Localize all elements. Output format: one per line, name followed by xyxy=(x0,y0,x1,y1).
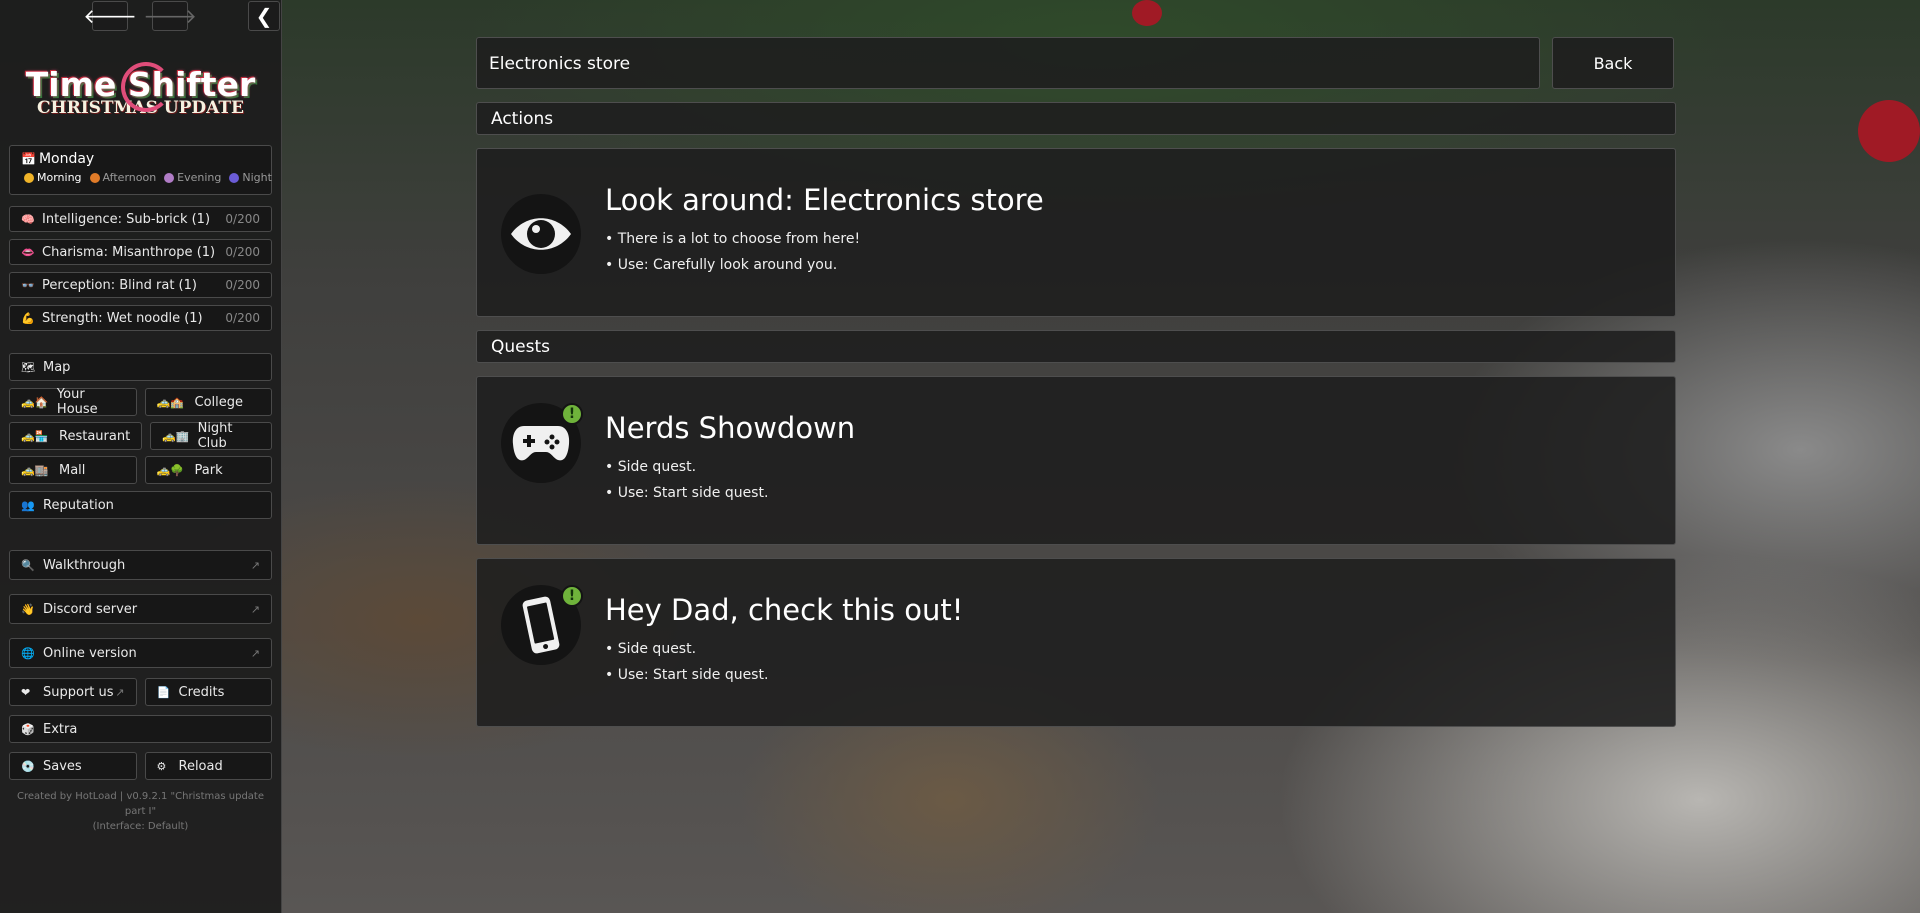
card-line: • Side quest. xyxy=(605,459,697,475)
sun-low-icon xyxy=(89,172,100,183)
gamepad-icon: ! xyxy=(501,403,583,483)
saves-button[interactable]: 💿 Saves xyxy=(9,752,137,780)
stat-intelligence[interactable]: 🧠 Intelligence: Sub-brick (1) 0/200 xyxy=(9,206,272,232)
calendar-icon: 📅 xyxy=(21,152,36,166)
version-info: Created by HotLoad | v0.9.2.1 "Christmas… xyxy=(17,791,264,832)
taxi-mall-icon: 🚕🏬 xyxy=(21,463,49,477)
quests-header: Quests xyxy=(476,330,1676,363)
brain-icon: 🧠 xyxy=(21,212,35,226)
reload-button[interactable]: ⚙ Reload xyxy=(144,752,272,780)
taxi-restaurant-icon: 🚕🏪 xyxy=(21,429,49,443)
online-version-link[interactable]: 🌐 Online version ↗ xyxy=(9,638,272,668)
moon-half-icon xyxy=(164,172,175,183)
time-morning: Morning xyxy=(24,171,82,184)
heart-icon: ❤ xyxy=(21,685,31,699)
chevron-left-icon: ❮ xyxy=(255,4,273,28)
travel-night-club-button[interactable]: 🚕🏢 Night Club xyxy=(150,421,272,451)
external-link-icon: ↗ xyxy=(250,558,260,572)
history-forward-button[interactable]: 🡒 xyxy=(143,1,197,31)
action-card-look-around[interactable]: Look around: Electronics store • There i… xyxy=(476,148,1676,317)
external-link-icon: ↗ xyxy=(250,602,260,616)
muscle-icon: 💪 xyxy=(21,311,35,325)
credits-button[interactable]: 📄 Credits xyxy=(144,678,272,706)
travel-college-button[interactable]: 🚕🏫 College xyxy=(144,388,272,416)
time-night: Night xyxy=(229,171,272,184)
people-icon: 👥 xyxy=(21,498,35,512)
card-line: • Use: Start side quest. xyxy=(605,667,769,683)
arrow-left-icon: 🡐 xyxy=(83,4,137,28)
travel-mall-button[interactable]: 🚕🏬 Mall xyxy=(9,456,137,484)
eye-icon xyxy=(501,194,581,274)
travel-park-button[interactable]: 🚕🌳 Park xyxy=(144,456,272,484)
travel-your-house-button[interactable]: 🚕🏠 Your House xyxy=(9,387,137,417)
stat-charisma[interactable]: 👄 Charisma: Misanthrope (1) 0/200 xyxy=(9,239,272,265)
history-back-button[interactable]: 🡐 xyxy=(83,1,137,31)
extra-button[interactable]: 🎲 Extra xyxy=(9,715,272,743)
quest-card-hey-dad[interactable]: ! Hey Dad, check this out! • Side quest.… xyxy=(476,558,1676,727)
card-title: Look around: Electronics store xyxy=(605,183,1044,217)
dice-icon: 🎲 xyxy=(21,722,35,736)
sidebar: 🡐 🡒 ❮ Time Shifter CHRISTMAS UPDATE 📅 Mo… xyxy=(0,0,282,913)
globe-icon: 🌐 xyxy=(21,646,35,660)
discord-icon: 👋 xyxy=(21,602,35,616)
card-line: • There is a lot to choose from here! xyxy=(605,231,861,247)
taxi-house-icon: 🚕🏠 xyxy=(21,395,49,409)
location-title: Electronics store xyxy=(476,37,1540,89)
support-us-link[interactable]: ❤ Support us ↗ xyxy=(9,678,137,706)
document-icon: 📄 xyxy=(156,685,171,699)
card-line: • Use: Start side quest. xyxy=(605,485,769,501)
glasses-icon: 👓 xyxy=(21,278,35,292)
game-logo: Time Shifter CHRISTMAS UPDATE xyxy=(9,62,272,128)
card-title: Hey Dad, check this out! xyxy=(605,593,964,627)
stat-perception[interactable]: 👓 Perception: Blind rat (1) 0/200 xyxy=(9,272,272,298)
day-panel: 📅 Monday Morning Afternoon Evening Night xyxy=(9,145,272,195)
reputation-button[interactable]: 👥 Reputation xyxy=(9,491,272,519)
clock-icon xyxy=(121,62,171,112)
sun-icon xyxy=(24,172,34,183)
magnifier-icon: 🔍 xyxy=(21,558,35,572)
arrow-right-icon: 🡒 xyxy=(143,4,197,28)
actions-header: Actions xyxy=(476,102,1676,135)
travel-restaurant-button[interactable]: 🚕🏪 Restaurant xyxy=(9,422,143,450)
lips-icon: 👄 xyxy=(21,245,35,259)
quest-card-nerds-showdown[interactable]: ! Nerds Showdown • Side quest. • Use: St… xyxy=(476,376,1676,545)
card-title: Nerds Showdown xyxy=(605,411,856,445)
external-link-icon: ↗ xyxy=(115,685,125,699)
taxi-college-icon: 🚕🏫 xyxy=(156,395,184,409)
disc-icon: 💿 xyxy=(21,759,35,773)
collapse-sidebar-button[interactable]: ❮ xyxy=(248,1,280,31)
back-button[interactable]: Back xyxy=(1552,37,1674,89)
card-line: • Side quest. xyxy=(605,641,697,657)
time-of-day-list: Morning Afternoon Evening Night xyxy=(10,167,272,184)
day-name: Monday xyxy=(38,151,95,167)
stat-strength[interactable]: 💪 Strength: Wet noodle (1) 0/200 xyxy=(9,305,272,331)
card-line: • Use: Carefully look around you. xyxy=(605,257,838,273)
discord-link[interactable]: 👋 Discord server ↗ xyxy=(9,594,272,624)
smartphone-icon: ! xyxy=(501,585,583,665)
history-nav: 🡐 🡒 ❮ xyxy=(9,0,280,34)
time-afternoon: Afternoon xyxy=(89,171,156,184)
walkthrough-link[interactable]: 🔍 Walkthrough ↗ xyxy=(9,550,272,580)
taxi-park-icon: 🚕🌳 xyxy=(156,463,184,477)
new-quest-badge: ! xyxy=(561,403,583,425)
map-button[interactable]: 🗺 Map xyxy=(9,353,272,381)
moon-icon xyxy=(229,172,240,183)
gear-icon: ⚙ xyxy=(156,759,167,773)
external-link-icon: ↗ xyxy=(250,646,260,660)
new-quest-badge: ! xyxy=(561,585,583,607)
time-evening: Evening xyxy=(164,171,221,184)
taxi-night-club-icon: 🚕🏢 xyxy=(162,429,190,443)
map-icon: 🗺 xyxy=(21,360,35,374)
